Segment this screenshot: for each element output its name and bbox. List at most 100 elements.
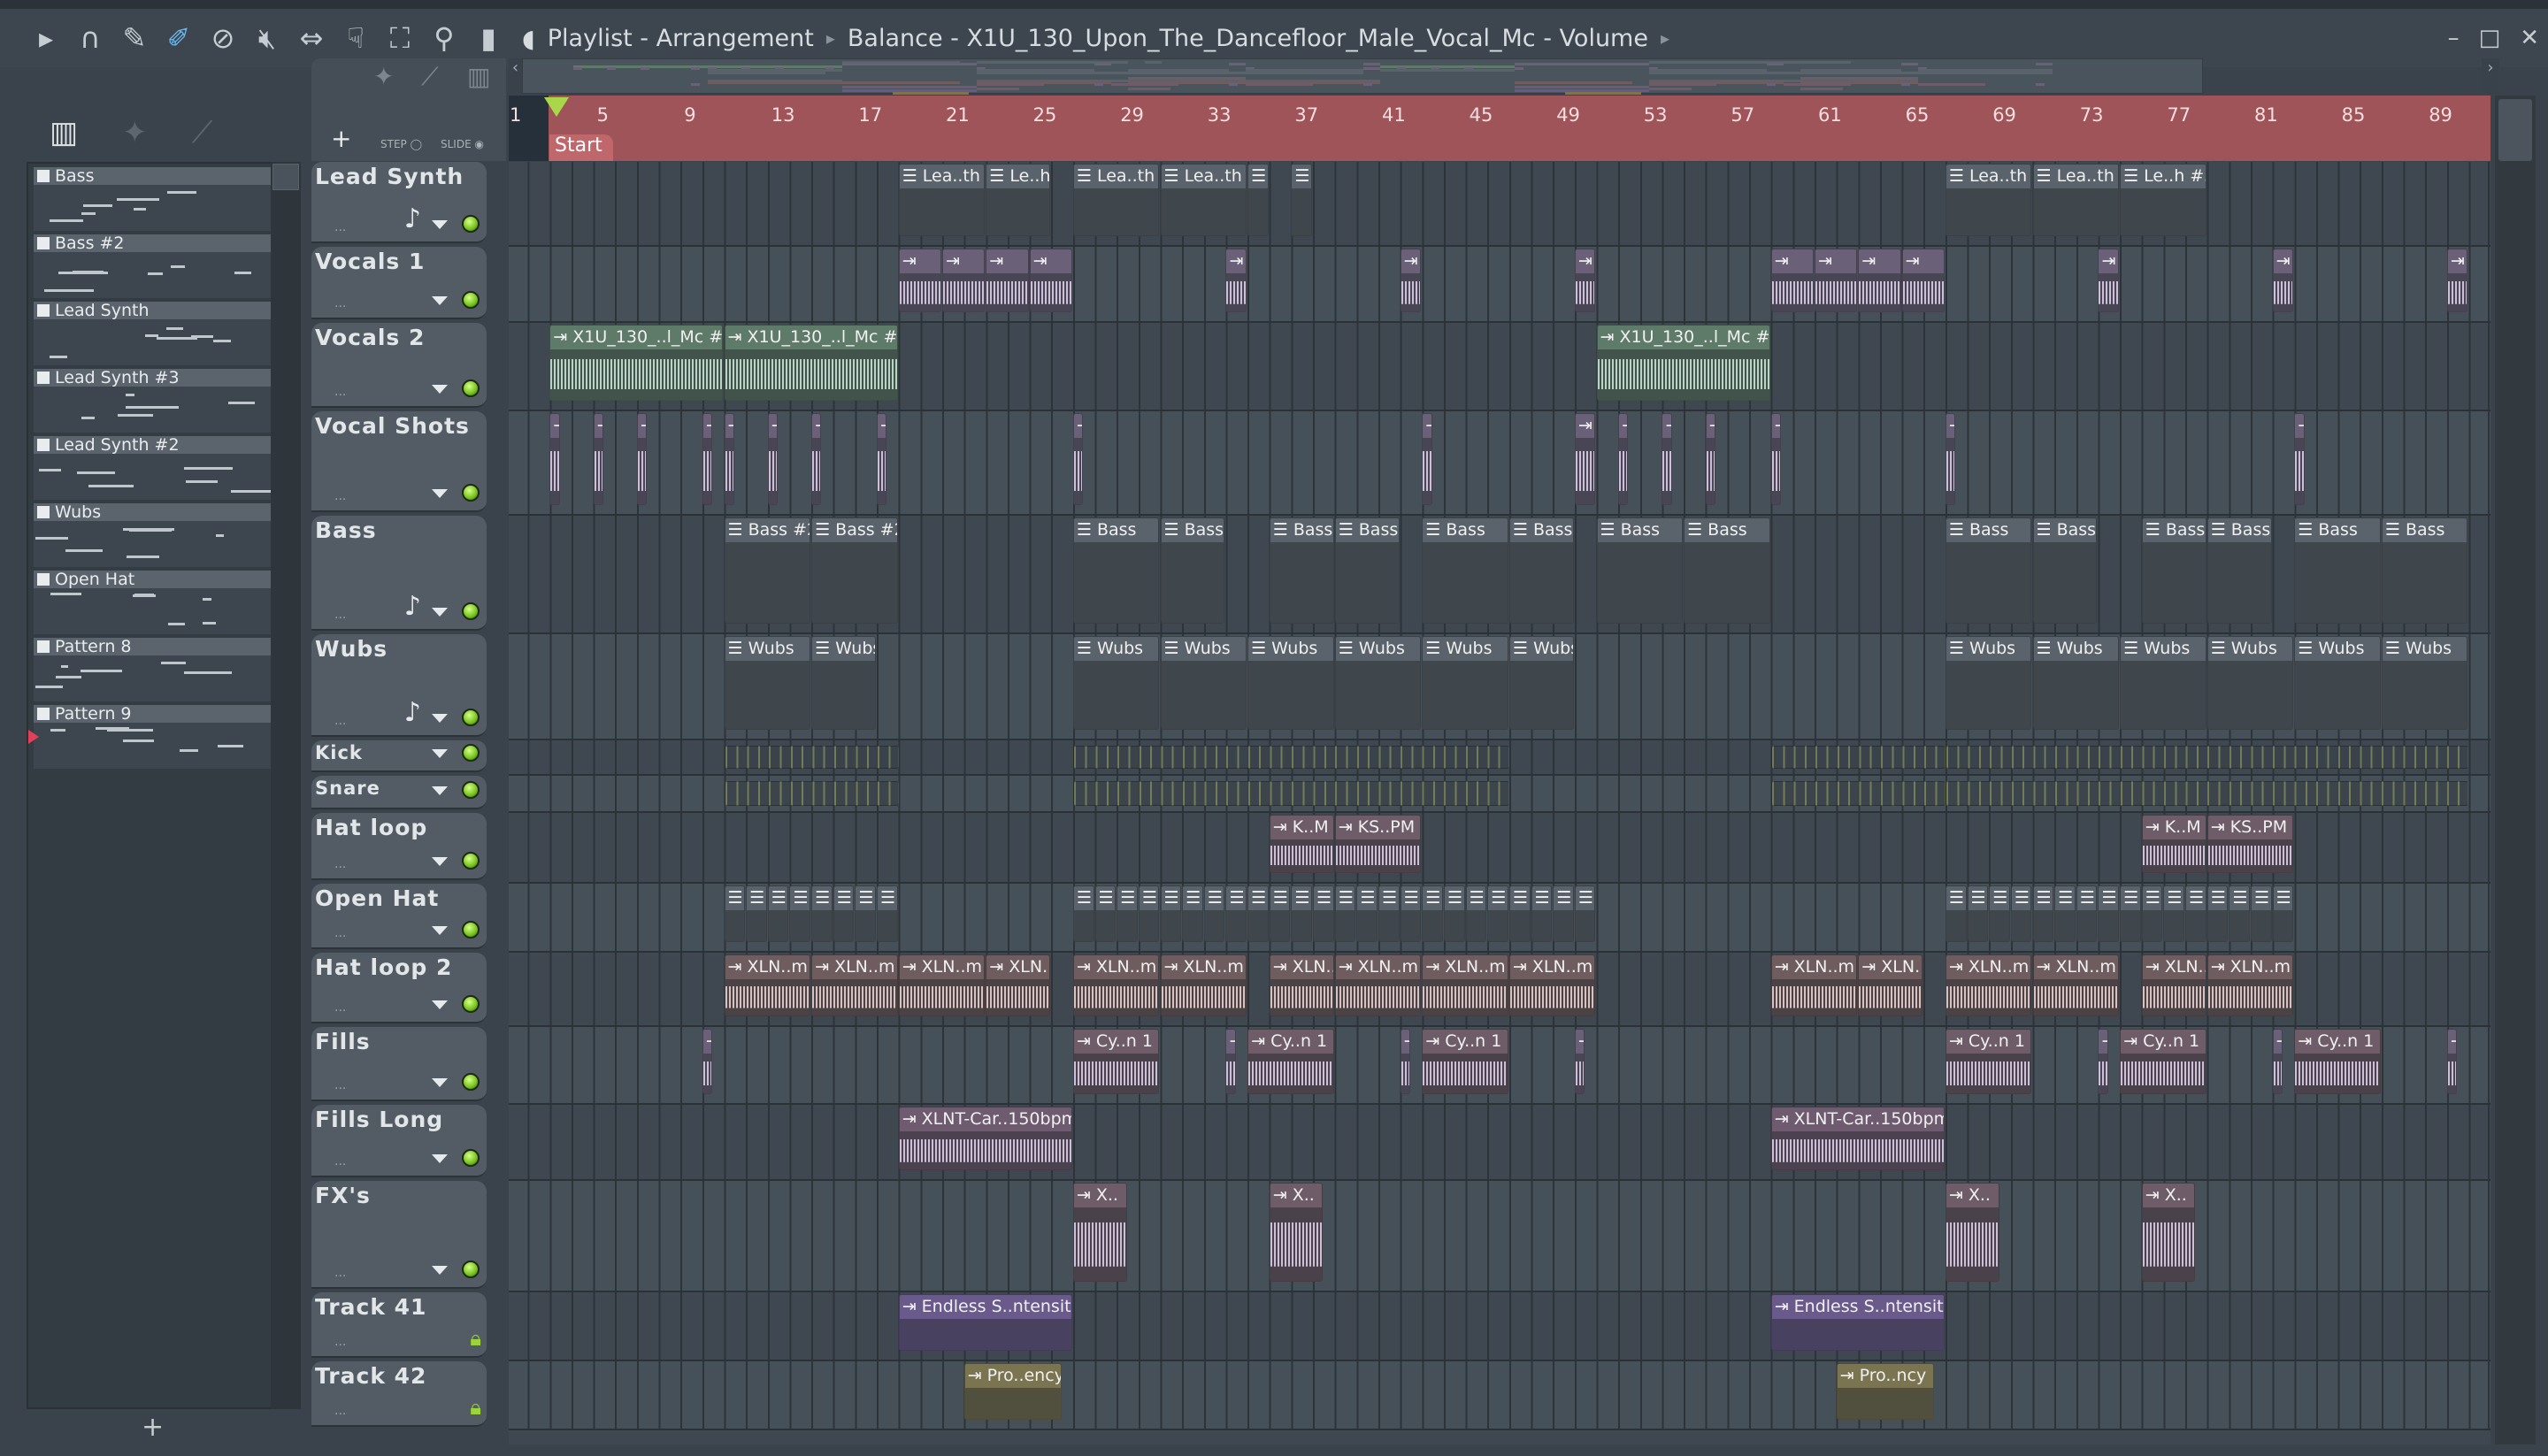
timeline-ruler[interactable]: Start 1 5 9 13 17 21 25 29 33 37 41 45 49 53 57 61 65 69 7… <box>509 96 2490 161</box>
paint-brush-icon[interactable]: ✐ <box>165 21 193 55</box>
clip[interactable]: ☰ <box>2120 885 2141 942</box>
track-enable-led[interactable] <box>462 744 480 762</box>
track-enable-led[interactable] <box>462 1073 480 1091</box>
track-header-open-hat[interactable]: Open Hat... <box>311 884 487 949</box>
clip[interactable]: ☰ <box>789 885 811 942</box>
clip[interactable]: ☰ Bass #2 <box>811 517 898 624</box>
pencil-icon[interactable]: ✎ <box>120 21 149 55</box>
dropdown-arrow-icon[interactable] <box>432 1154 448 1163</box>
track-lane[interactable]: ☰ ☰ ☰ ☰ ☰ ☰ ☰ ☰ ☰ ☰ ☰ ☰ ☰ ☰ ☰ ☰ ☰ ☰ ☰ ☰ … <box>509 884 2490 953</box>
clip[interactable]: ☰ <box>2032 885 2054 942</box>
clip[interactable]: ☰ <box>2054 885 2076 942</box>
track-name[interactable]: Fills Long <box>315 1107 443 1132</box>
clip[interactable]: ⇥ XLNT-Car..150bpm <box>898 1107 1072 1170</box>
clip[interactable]: ⇥ <box>724 413 734 505</box>
track-enable-led[interactable] <box>462 379 480 397</box>
dropdown-arrow-icon[interactable] <box>432 608 448 617</box>
clip[interactable]: ☰ <box>2098 885 2120 942</box>
track-enable-led[interactable] <box>462 995 480 1013</box>
track-name[interactable]: Vocal Shots <box>315 413 470 439</box>
clip[interactable]: ☰ Wubs <box>1945 636 2032 730</box>
clip[interactable]: ☰ <box>811 885 833 942</box>
zoom-icon[interactable]: ⚲ <box>430 21 458 55</box>
track-enable-led[interactable] <box>462 709 480 726</box>
clip[interactable]: ⇥ XLNT-Car..150bpm <box>1770 1107 1945 1170</box>
track-name[interactable]: Snare <box>315 778 380 799</box>
track-lane[interactable] <box>509 740 2490 776</box>
magnet-icon[interactable]: ∩ <box>76 21 104 55</box>
clip[interactable]: ☰ Bass <box>2206 517 2272 624</box>
piano-icon[interactable]: ▥ <box>50 115 78 150</box>
clip[interactable]: ☰ <box>1291 885 1313 942</box>
track-enable-led[interactable] <box>462 602 480 620</box>
track-header-hat-loop-2[interactable]: Hat loop 2... <box>311 953 487 1023</box>
track-lane[interactable]: ⇥ ⇥ Cy..n 1 ⇥ ⇥ Cy..n 1 ⇥ ⇥ Cy..n 1 ⇥ ⇥ Cy.… <box>509 1027 2490 1105</box>
track-header-vocal-shots[interactable]: Vocal Shots... <box>311 411 487 512</box>
track-header-track-42[interactable]: Track 42... 🔒︎ <box>311 1361 487 1427</box>
dropdown-arrow-icon[interactable] <box>432 489 448 498</box>
clip[interactable]: ☰ Wubs <box>1160 636 1247 730</box>
track-enable-led[interactable] <box>462 921 480 939</box>
clip[interactable]: ⇥ <box>1770 249 1814 312</box>
close-button[interactable]: ✕ <box>2520 25 2539 51</box>
clip[interactable]: ☰ <box>1117 885 1138 942</box>
step-toggle[interactable]: STEP ◯ <box>380 138 422 150</box>
dropdown-arrow-icon[interactable] <box>432 857 448 866</box>
playhead-marker[interactable] <box>544 97 569 117</box>
clip[interactable]: ☰ <box>1508 885 1531 942</box>
select-icon[interactable]: ☟ <box>342 21 370 55</box>
clip[interactable]: ⇥ Endless S..ntensit <box>1770 1294 1945 1351</box>
clip[interactable]: ⇥ XLN.. <box>986 954 1051 1016</box>
track-name[interactable]: Kick <box>315 742 363 763</box>
dropdown-arrow-icon[interactable] <box>432 385 448 394</box>
clip[interactable]: ⇥ X.. <box>1945 1183 1999 1282</box>
track-header-vocals-1[interactable]: Vocals 1... <box>311 247 487 319</box>
scroll-thumb[interactable] <box>272 164 299 190</box>
clip[interactable]: ⇥ XLN..m <box>1072 954 1160 1016</box>
maximize-button[interactable]: □ <box>2479 25 2501 51</box>
track-header-fx-s[interactable]: FX's... <box>311 1181 487 1289</box>
clip[interactable]: ⇥ X.. <box>1269 1183 1324 1282</box>
dropdown-arrow-icon[interactable] <box>432 1000 448 1009</box>
clip[interactable]: ☰ Wubs <box>2206 636 2294 730</box>
more-dots[interactable]: ... <box>334 714 346 728</box>
picker-scrollbar[interactable] <box>271 162 301 1409</box>
piano-icon[interactable]: ▥ <box>467 62 490 91</box>
track-name[interactable]: Wubs <box>315 636 388 662</box>
playlist-grid[interactable]: ☰ Lea..th ☰ Le..h ☰ Lea..th ☰ Lea..th ☰ ☰ ☰ … <box>509 162 2490 1445</box>
more-dots[interactable]: ... <box>334 385 346 399</box>
clip[interactable]: ⇥ XLN..m <box>1770 954 1858 1016</box>
track-enable-led[interactable] <box>462 484 480 502</box>
minimize-button[interactable]: – <box>2448 25 2460 51</box>
clip[interactable]: ⇥ <box>1029 249 1072 312</box>
clip[interactable]: ⇥ <box>1400 249 1422 312</box>
clip[interactable]: ⇥ <box>1705 413 1716 505</box>
add-track-button[interactable]: + <box>331 124 351 153</box>
picker-item[interactable]: Lead Synth #3 <box>34 368 272 433</box>
clip[interactable]: ⇥ <box>2098 1029 2108 1094</box>
clip[interactable]: ☰ <box>1465 885 1487 942</box>
clip[interactable]: ⇥ <box>942 249 986 312</box>
scroll-left-button[interactable]: ‹ <box>509 58 522 94</box>
clip[interactable]: ⇥ XLN..m <box>1334 954 1422 1016</box>
clip[interactable]: ⇥ <box>2446 249 2468 312</box>
picker-item[interactable]: Wubs <box>34 502 272 567</box>
clip[interactable]: ⇥ <box>811 413 822 505</box>
track-enable-led[interactable] <box>462 1261 480 1278</box>
more-dots[interactable]: ... <box>334 926 346 940</box>
clip[interactable]: ⇥ XLN..m <box>811 954 898 1016</box>
clip[interactable]: ☰ <box>1531 885 1553 942</box>
track-lane[interactable]: ☰ Bass #2☰ Bass #2☰ Bass☰ Bass☰ Bass☰ Ba… <box>509 516 2490 634</box>
clip[interactable]: ⇥ K..M <box>2141 815 2206 873</box>
dropdown-arrow-icon[interactable] <box>432 749 448 758</box>
lock-icon[interactable]: 🔒︎ <box>470 1395 481 1420</box>
clip[interactable]: ⇥ <box>2294 413 2305 505</box>
clip[interactable]: ☰ <box>1269 885 1291 942</box>
slip-icon[interactable]: ⇔ <box>297 21 326 55</box>
track-header-kick[interactable]: Kick <box>311 740 487 772</box>
track-name[interactable]: Hat loop <box>315 815 427 840</box>
clip[interactable]: ⇥ <box>1618 413 1629 505</box>
clip[interactable]: ⇥ XLN..m <box>2206 954 2294 1016</box>
track-header-lead-synth[interactable]: Lead Synth... ♪ <box>311 162 487 243</box>
dropdown-arrow-icon[interactable] <box>432 714 448 723</box>
